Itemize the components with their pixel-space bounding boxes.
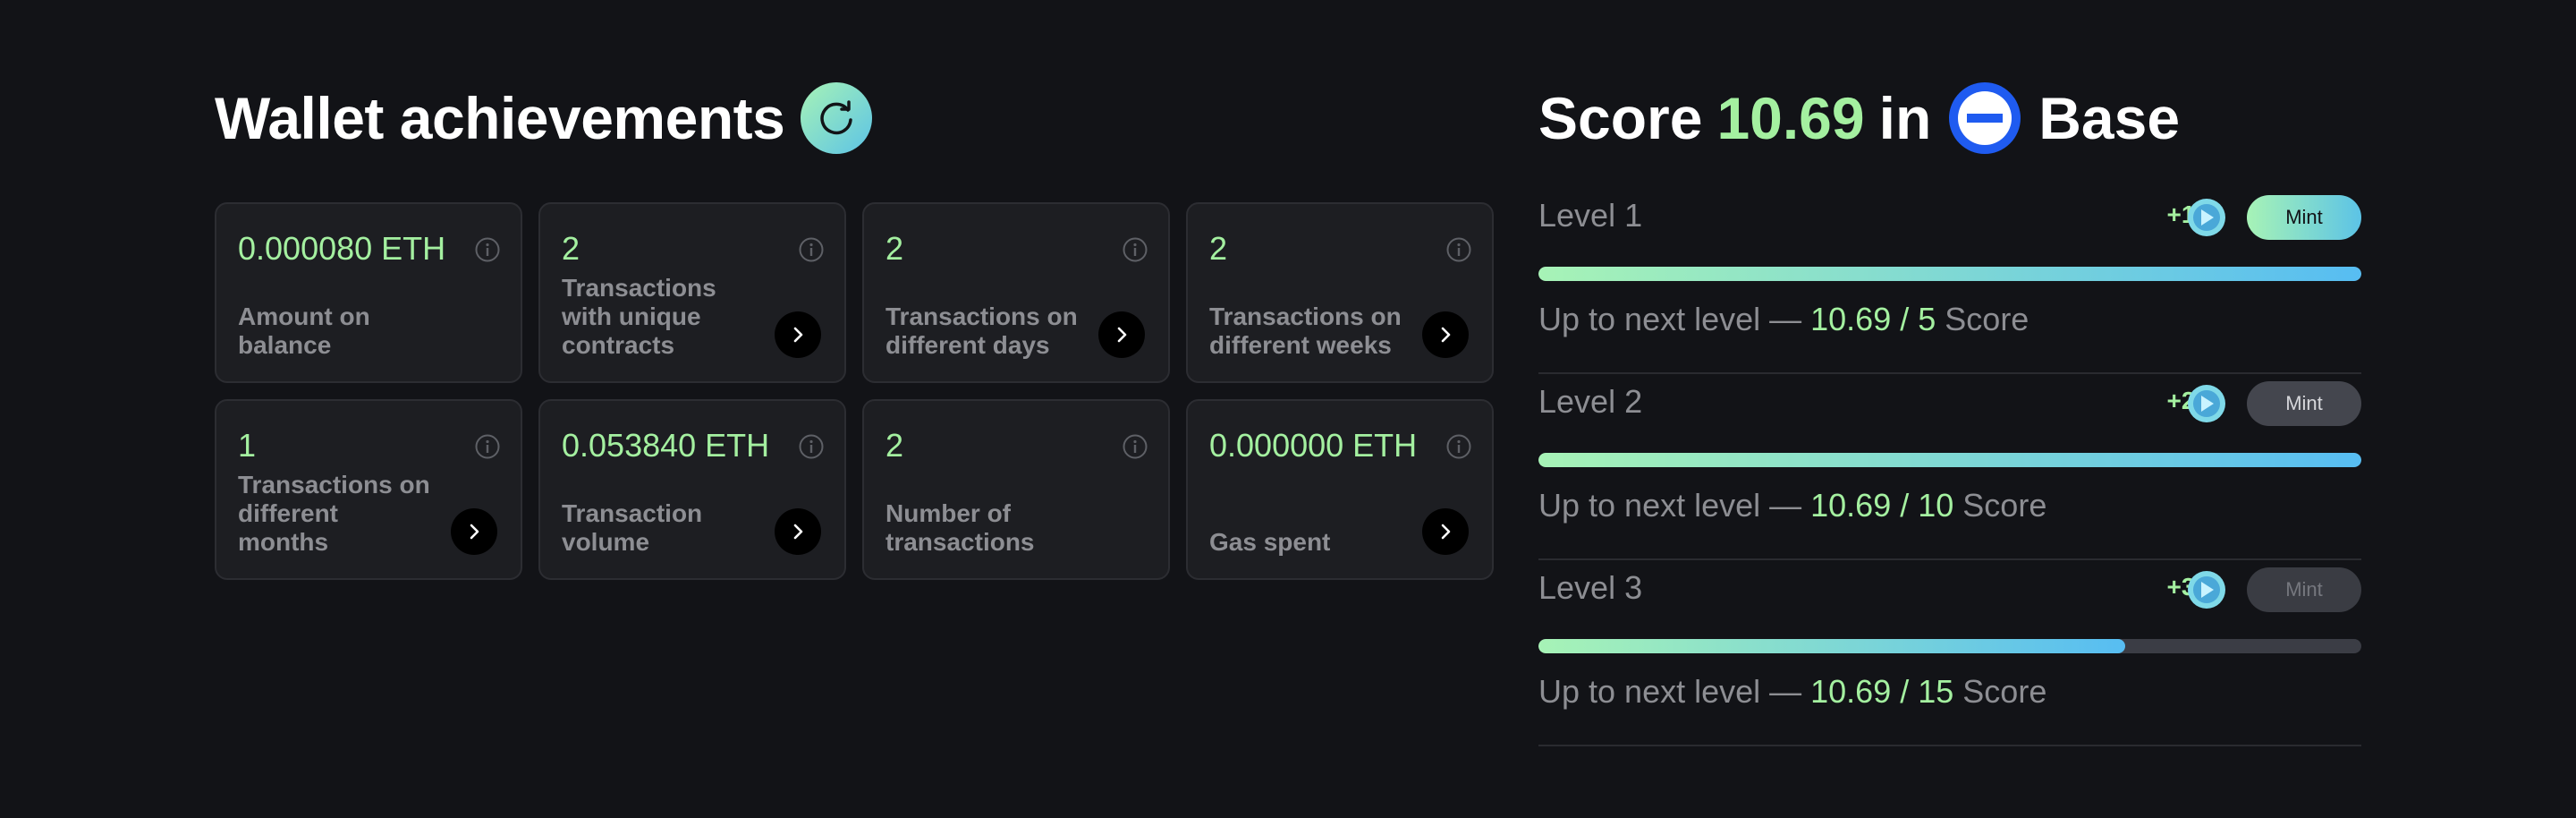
card-label: Transactions on different weeks	[1209, 302, 1402, 359]
achievements-title: Wallet achievements	[215, 85, 785, 151]
mint-button[interactable]: Mint	[2247, 567, 2361, 612]
mint-button[interactable]: Mint	[2247, 195, 2361, 240]
refresh-button[interactable]	[801, 82, 873, 154]
card-label: Gas spent	[1209, 528, 1331, 556]
achievement-card: 0.053840 ETH Transaction volume	[538, 399, 846, 580]
achievement-card: 2 Transactions with unique contracts	[538, 202, 846, 383]
card-label: Number of transactions	[886, 499, 1035, 556]
level-progress-fill	[1538, 639, 2125, 653]
info-icon[interactable]	[1445, 433, 1472, 460]
achievements-section: Wallet achievements 0.000080 ETH Amount …	[215, 75, 1496, 580]
next-level-text: Up to next level — 10.69 / 15 Score	[1538, 673, 2046, 711]
score-suffix: Score	[1953, 673, 2047, 710]
achievement-card: 0.000000 ETH Gas spent	[1186, 399, 1494, 580]
chevron-right-icon	[793, 327, 803, 343]
level-row: Level 3 +30 Mint Up to next level — 10.6…	[1538, 560, 2361, 746]
level-name: Level 1	[1538, 197, 1643, 234]
chevron-right-icon	[470, 524, 479, 540]
level-name: Level 3	[1538, 569, 1643, 606]
card-details-button[interactable]	[1098, 311, 1145, 358]
score-header: Score 10.69 in Base	[1538, 75, 2361, 161]
level-progress-bar	[1538, 453, 2361, 467]
chevron-right-icon	[1441, 524, 1451, 540]
base-logo-icon	[1949, 82, 2021, 154]
level-name: Level 2	[1538, 383, 1643, 420]
card-value: 2	[886, 427, 904, 464]
next-level-text: Up to next level — 10.69 / 5 Score	[1538, 301, 2029, 338]
mint-button[interactable]: Mint	[2247, 381, 2361, 426]
info-icon[interactable]	[798, 236, 825, 263]
points-coin-icon	[2188, 571, 2225, 609]
chevron-right-icon	[1441, 327, 1451, 343]
next-level-prefix: Up to next level —	[1538, 487, 1811, 524]
card-value: 2	[1209, 230, 1228, 267]
info-icon[interactable]	[1122, 433, 1148, 460]
achievement-card: 2 Transactions on different weeks	[1186, 202, 1494, 383]
card-value: 2	[562, 230, 580, 267]
achievement-cards: 0.000080 ETH Amount on balance 2 Transac…	[215, 202, 1496, 580]
score-separator: /	[1891, 673, 1919, 710]
score-suffix: Score	[1953, 487, 2047, 524]
info-icon[interactable]	[798, 433, 825, 460]
card-label: Transactions on different days	[886, 302, 1078, 359]
info-icon[interactable]	[1122, 236, 1148, 263]
points-coin-icon	[2188, 199, 2225, 236]
card-details-button[interactable]	[775, 508, 821, 555]
current-score: 10.69	[1810, 673, 1892, 710]
score-prefix: Score	[1538, 85, 1703, 151]
score-section: Score 10.69 in Base Level 1 +10 Mint Up …	[1538, 75, 2361, 746]
score-separator: /	[1891, 487, 1919, 524]
current-score: 10.69	[1810, 487, 1892, 524]
card-details-button[interactable]	[1422, 508, 1469, 555]
achievement-card: 2 Number of transactions	[862, 399, 1170, 580]
card-value: 0.000080 ETH	[238, 230, 446, 267]
score-suffix: Score	[1936, 301, 2029, 337]
level-progress-bar	[1538, 639, 2361, 653]
info-icon[interactable]	[1445, 236, 1472, 263]
chevron-right-icon	[793, 524, 803, 540]
network-name: Base	[2038, 85, 2181, 151]
info-icon[interactable]	[474, 236, 501, 263]
score-separator: /	[1891, 301, 1919, 337]
next-level-text: Up to next level — 10.69 / 10 Score	[1538, 487, 2046, 524]
card-label: Transaction volume	[562, 499, 703, 556]
card-details-button[interactable]	[451, 508, 497, 555]
card-value: 1	[238, 427, 257, 464]
card-label: Transactions with unique contracts	[562, 274, 716, 359]
info-icon[interactable]	[474, 433, 501, 460]
card-details-button[interactable]	[775, 311, 821, 358]
level-progress-fill	[1538, 453, 2361, 467]
target-score: 10	[1918, 487, 1954, 524]
levels-list: Level 1 +10 Mint Up to next level — 10.6…	[1538, 188, 2361, 746]
card-value: 2	[886, 230, 904, 267]
points-coin-icon	[2188, 385, 2225, 422]
card-details-button[interactable]	[1422, 311, 1469, 358]
card-label: Amount on balance	[238, 302, 370, 359]
target-score: 5	[1918, 301, 1936, 337]
score-in: in	[1878, 85, 1932, 151]
card-value: 0.053840 ETH	[562, 427, 770, 464]
next-level-prefix: Up to next level —	[1538, 673, 1811, 710]
score-value: 10.69	[1716, 85, 1865, 151]
page: Wallet achievements 0.000080 ETH Amount …	[0, 0, 2576, 818]
chevron-right-icon	[1117, 327, 1127, 343]
achievement-card: 1 Transactions on different months	[215, 399, 522, 580]
achievement-card: 2 Transactions on different days	[862, 202, 1170, 383]
level-progress-fill	[1538, 267, 2361, 281]
card-label: Transactions on different months	[238, 471, 430, 556]
next-level-prefix: Up to next level —	[1538, 301, 1811, 337]
current-score: 10.69	[1810, 301, 1892, 337]
achievements-header: Wallet achievements	[215, 75, 1496, 161]
card-value: 0.000000 ETH	[1209, 427, 1418, 464]
level-row: Level 2 +20 Mint Up to next level — 10.6…	[1538, 374, 2361, 560]
level-progress-bar	[1538, 267, 2361, 281]
target-score: 15	[1918, 673, 1954, 710]
level-row: Level 1 +10 Mint Up to next level — 10.6…	[1538, 188, 2361, 374]
refresh-icon	[820, 100, 853, 135]
achievement-card: 0.000080 ETH Amount on balance	[215, 202, 522, 383]
